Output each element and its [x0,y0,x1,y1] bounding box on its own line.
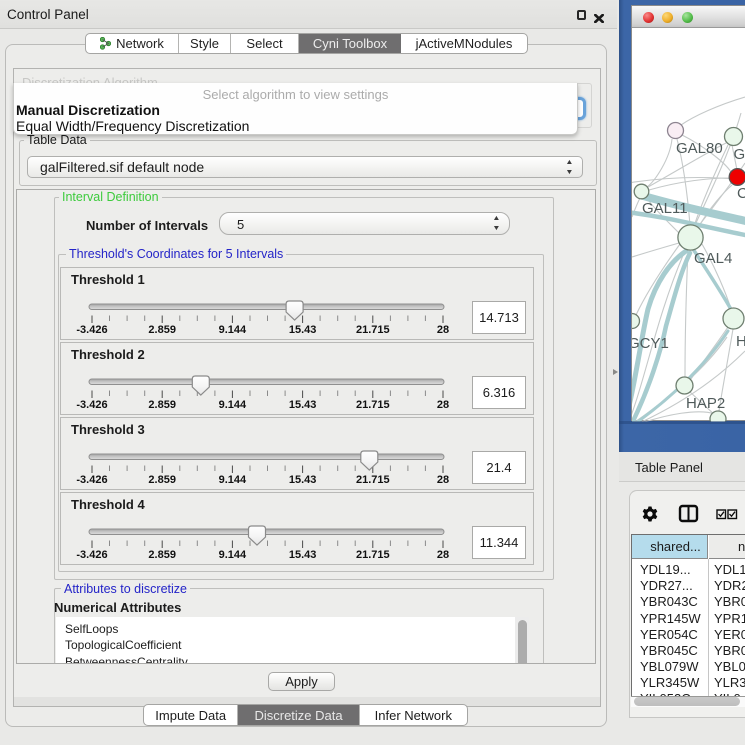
svg-text:GAL80: GAL80 [676,140,723,157]
svg-text:GAL11: GAL11 [642,200,688,217]
svg-text:GA: GA [734,146,745,163]
svg-text:HAP2: HAP2 [686,395,725,412]
svg-text:H: H [736,333,745,350]
svg-text:GCY1: GCY1 [632,335,669,352]
svg-text:GAL4: GAL4 [694,250,732,267]
svg-text:C: C [737,185,745,202]
